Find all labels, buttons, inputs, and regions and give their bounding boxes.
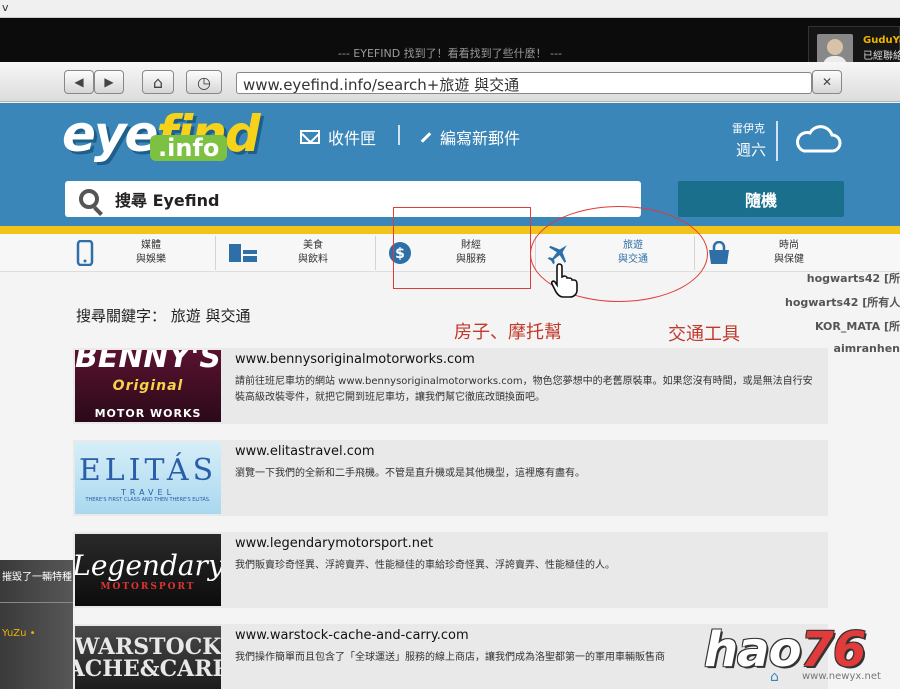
compose-label: 編寫新郵件 — [440, 129, 521, 148]
watermark-number: 76 — [800, 622, 867, 678]
compose-link[interactable]: 編寫新郵件 — [420, 125, 520, 149]
legendary-logo-title: Legendary — [75, 548, 221, 582]
result-url[interactable]: www.elitastravel.com — [235, 444, 375, 459]
category-food-line2: 與飲料 — [298, 254, 328, 265]
notification-message: 已經聯絡 — [863, 51, 900, 62]
history-button[interactable]: ◷ — [186, 70, 222, 94]
address-bar[interactable]: www.eyefind.info/search+旅遊 與交通 — [236, 72, 812, 94]
home-small-icon: ⌂ — [770, 669, 779, 685]
search-result[interactable]: BENNY'S Original MOTOR WORKS www.bennysori… — [73, 348, 828, 424]
warstock-logo-thumbnail[interactable]: WARSTOCKCACHE&CARRY — [75, 626, 221, 689]
game-header-title: --- EYEFIND 找到了！看看找到了些什麼！ --- — [337, 47, 563, 60]
elitas-logo-sub: THERE'S FIRST CLASS AND THEN THERE'S ELI… — [85, 497, 211, 503]
category-divider — [375, 236, 376, 270]
annotation-note-vehicles: 交通工具 — [668, 324, 740, 345]
back-button[interactable]: ◀ — [64, 70, 94, 94]
search-result[interactable]: ELITÁS TRAVEL THERE'S FIRST CLASS AND THEN… — [73, 440, 828, 516]
category-media-line1: 媒體 — [141, 240, 161, 251]
bag-icon — [709, 241, 729, 264]
category-food[interactable]: 美食 與飲料 — [228, 234, 374, 272]
result-url[interactable]: www.warstock-cache-and-carry.com — [235, 628, 469, 643]
forward-button[interactable]: ▶ — [94, 70, 124, 94]
search-keyword-title: 搜尋關鍵字： 旅遊 與交通 — [76, 307, 251, 325]
close-icon: ✕ — [821, 75, 833, 89]
search-box[interactable]: 搜尋 Eyefind — [65, 181, 641, 217]
forward-arrow-icon: ▶ — [104, 75, 114, 89]
bennys-logo-mid: Original — [112, 378, 184, 394]
overlay-player-line: aimranhen — [833, 342, 900, 355]
watermark-brand: hao — [704, 622, 802, 678]
feed-message: 摧毀了一輛特種 — [2, 572, 72, 583]
result-description: 請前往班尼車坊的網站 www.bennysoriginalmotorworks.… — [235, 376, 813, 403]
envelope-icon — [300, 130, 320, 144]
search-label: 搜尋 Eyefind — [115, 191, 220, 210]
weather-city: 雷伊克 — [732, 122, 765, 135]
category-media-line2: 與娛樂 — [136, 254, 166, 265]
result-url[interactable]: www.bennysoriginalmotorworks.com — [235, 352, 475, 367]
header-divider — [398, 125, 400, 145]
result-url[interactable]: www.legendarymotorsport.net — [235, 536, 433, 551]
weather-day: 週六 — [736, 141, 767, 159]
home-button[interactable]: ⌂ — [142, 70, 174, 94]
legendary-logo-sub: MOTORSPORT — [100, 581, 196, 592]
close-button[interactable]: ✕ — [812, 70, 842, 94]
notification-name: GuduYa — [863, 35, 900, 46]
elitas-logo-title: ELITÁS — [78, 453, 218, 488]
overlay-player-line: KOR_MATA [所 — [815, 320, 900, 333]
game-header-bar: --- EYEFIND 找到了！看看找到了些什麼！ --- — [0, 18, 900, 62]
weather-divider — [776, 121, 778, 161]
category-food-line1: 美食 — [303, 240, 323, 251]
overlay-player-line: hogwarts42 [所有人] i c — [785, 296, 900, 309]
clock-icon: ◷ — [197, 72, 211, 92]
elitas-logo-mid: TRAVEL — [120, 488, 176, 497]
pencil-icon — [420, 131, 432, 143]
feed-divider — [0, 602, 73, 603]
browser-toolbar: ◀ ▶ ⌂ ◷ www.eyefind.info/search+旅遊 與交通 ✕ — [0, 62, 900, 102]
logo-eye-text: eye — [62, 105, 158, 163]
category-divider — [215, 236, 216, 270]
back-arrow-icon: ◀ — [74, 75, 84, 89]
elitas-logo-thumbnail[interactable]: ELITÁS TRAVEL THERE'S FIRST CLASS AND THEN… — [75, 442, 221, 514]
top-strip: v — [0, 0, 900, 18]
hao76-watermark: hao76 www.newyx.net — [698, 622, 900, 689]
search-icon — [79, 189, 99, 209]
home-icon: ⌂ — [152, 72, 164, 92]
result-description: 我們販賣珍奇怪異、浮誇賣弄、性能極佳的車給珍奇怪異、浮誇賣弄、性能極佳的人。 — [235, 560, 615, 571]
annotation-note-houses: 房子、摩托幫 — [454, 322, 562, 343]
food-icon — [229, 244, 257, 262]
hand-cursor-icon — [550, 263, 578, 298]
overlay-player-line: hogwarts42 [所 — [806, 272, 900, 285]
inbox-link[interactable]: 收件匣 — [300, 125, 376, 149]
inbox-label: 收件匣 — [328, 129, 377, 148]
category-fashion[interactable]: 時尚 與保健 — [706, 234, 856, 272]
feed-player: YuZu • — [2, 628, 36, 639]
bennys-logo-sub: MOTOR WORKS — [94, 407, 202, 420]
legendary-logo-thumbnail[interactable]: Legendary MOTORSPORT — [75, 534, 221, 606]
category-fashion-line1: 時尚 — [779, 240, 799, 251]
game-feed-panel: 摧毀了一輛特種 YuZu • — [0, 560, 73, 689]
warstock-logo-sub: CACHE&CARRY — [75, 655, 221, 682]
top-strip-label: v — [2, 1, 9, 14]
watermark-site: www.newyx.net — [802, 671, 881, 682]
logo-info-badge: .info — [150, 135, 228, 161]
phone-icon — [76, 240, 94, 266]
cloud-icon — [796, 125, 842, 153]
result-description: 瀏覽一下我們的全新和二手飛機。不管是直升機或是其他機型，這裡應有盡有。 — [235, 468, 585, 479]
search-result[interactable]: Legendary MOTORSPORT www.legendarymotorsp… — [73, 532, 828, 608]
bennys-logo-thumbnail[interactable]: BENNY'S Original MOTOR WORKS — [75, 350, 221, 422]
random-button[interactable]: 隨機 — [678, 181, 844, 217]
category-media[interactable]: 媒體 與娛樂 — [74, 234, 214, 272]
category-fashion-line2: 與保健 — [774, 254, 804, 265]
annotation-rectangle — [393, 207, 531, 289]
